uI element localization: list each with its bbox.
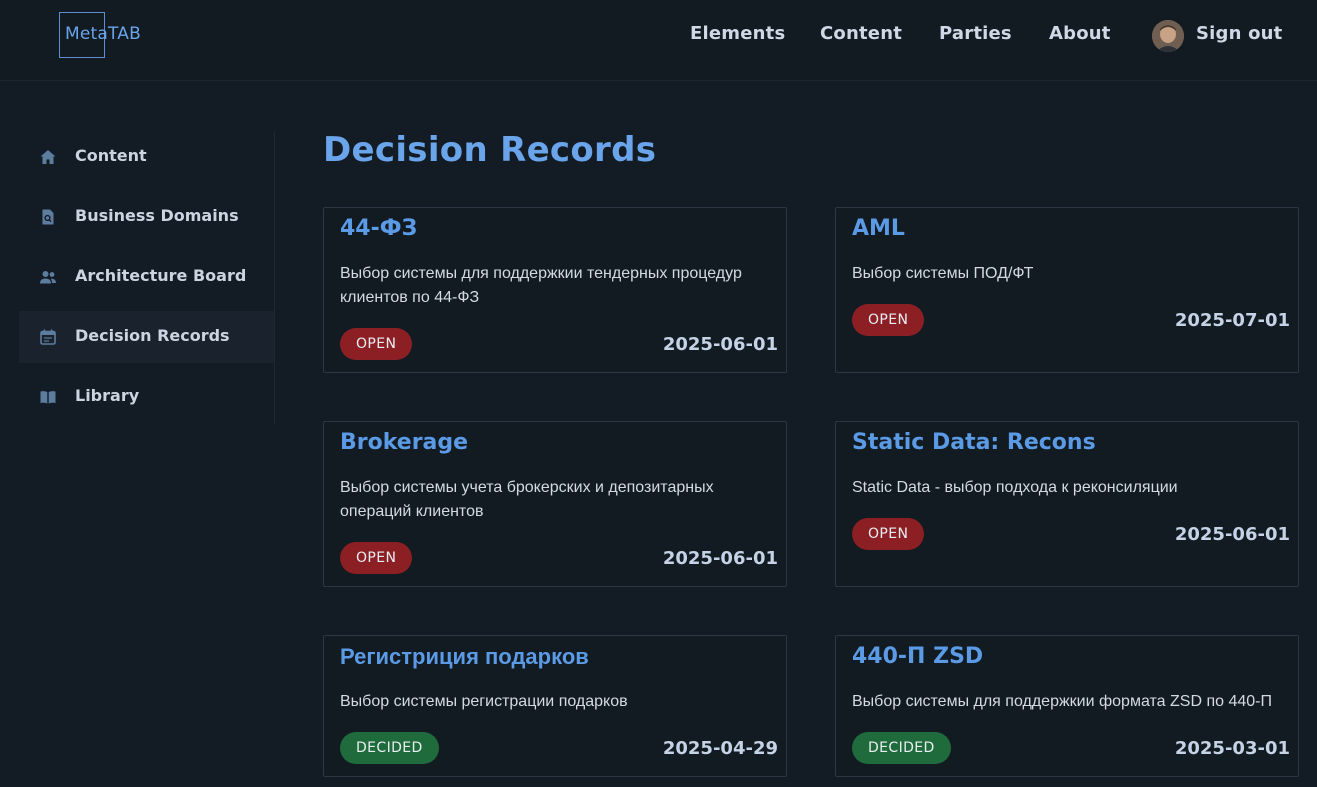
book-icon xyxy=(40,391,56,404)
users-icon xyxy=(40,271,56,284)
sidebar: Content Business Domains Architecture Bo… xyxy=(19,131,275,425)
sidebar-item-architecture-board[interactable]: Architecture Board xyxy=(19,251,274,303)
nav-parties[interactable]: Parties xyxy=(939,23,1012,44)
page-title: Decision Records xyxy=(323,130,657,170)
card-description: Выбор системы для поддержкии формата ZSD… xyxy=(852,693,1272,710)
card-description: Static Data - выбор подхода к реконсиляц… xyxy=(852,479,1178,496)
decision-card-440p-zsd[interactable]: 440-П ZSD Выбор системы для поддержкии ф… xyxy=(835,635,1299,777)
sidebar-item-business-domains[interactable]: Business Domains xyxy=(19,191,274,243)
logo[interactable]: MetaTAB xyxy=(65,24,141,44)
sidebar-item-label: Architecture Board xyxy=(75,266,247,285)
status-badge: OPEN xyxy=(852,304,925,336)
sidebar-item-label: Content xyxy=(75,146,147,165)
document-search-icon xyxy=(42,209,54,225)
status-badge: DECIDED xyxy=(852,732,951,764)
card-date: 2025-07-01 xyxy=(1174,310,1290,331)
sidebar-item-label: Decision Records xyxy=(75,326,230,345)
top-navbar: MetaTAB Elements Content Parties About S… xyxy=(0,0,1317,81)
card-title[interactable]: Brokerage xyxy=(340,430,468,455)
sidebar-item-decision-records[interactable]: Decision Records xyxy=(19,311,274,363)
home-icon xyxy=(40,150,56,164)
nav-content[interactable]: Content xyxy=(820,23,902,44)
card-description: Выбор системы учета брокерских и депозит… xyxy=(340,479,714,520)
status-badge: OPEN xyxy=(852,518,925,550)
card-description: Выбор системы регистрации подарков xyxy=(340,693,628,710)
decision-card-gift-registration[interactable]: Регистриция подарков Выбор системы регис… xyxy=(323,635,787,777)
calendar-icon xyxy=(40,329,56,345)
card-date: 2025-03-01 xyxy=(1174,738,1290,759)
card-date: 2025-06-01 xyxy=(1174,524,1290,545)
card-title[interactable]: Static Data: Recons xyxy=(852,430,1096,455)
status-badge: OPEN xyxy=(340,328,413,360)
card-title[interactable]: 440-П ZSD xyxy=(852,644,983,669)
sidebar-item-label: Library xyxy=(75,386,140,405)
status-badge: DECIDED xyxy=(340,732,439,764)
card-date: 2025-06-01 xyxy=(662,548,778,569)
decision-card-brokerage[interactable]: Brokerage Выбор системы учета брокерских… xyxy=(323,421,787,587)
sidebar-item-library[interactable]: Library xyxy=(19,371,274,423)
nav-about[interactable]: About xyxy=(1049,23,1111,44)
decision-card-static-data-recons[interactable]: Static Data: Recons Static Data - выбор … xyxy=(835,421,1299,587)
card-date: 2025-06-01 xyxy=(662,334,778,355)
card-title[interactable]: 44-ФЗ xyxy=(340,216,417,241)
sidebar-item-label: Business Domains xyxy=(75,206,239,225)
card-title[interactable]: Регистриция подарков xyxy=(340,644,589,670)
card-title[interactable]: AML xyxy=(852,216,905,241)
nav-elements[interactable]: Elements xyxy=(690,23,785,44)
card-date: 2025-04-29 xyxy=(662,738,778,759)
sign-out-link[interactable]: Sign out xyxy=(1196,23,1283,44)
card-description: Выбор системы ПОД/ФТ xyxy=(852,265,1034,282)
avatar[interactable] xyxy=(1152,20,1184,52)
decision-card-aml[interactable]: AML Выбор системы ПОД/ФТ OPEN 2025-07-01 xyxy=(835,207,1299,373)
status-badge: OPEN xyxy=(340,542,413,574)
decision-card-44fz[interactable]: 44-ФЗ Выбор системы для поддержкии тенде… xyxy=(323,207,787,373)
sidebar-item-content[interactable]: Content xyxy=(19,131,274,183)
card-description: Выбор системы для поддержкии тендерных п… xyxy=(340,265,742,306)
